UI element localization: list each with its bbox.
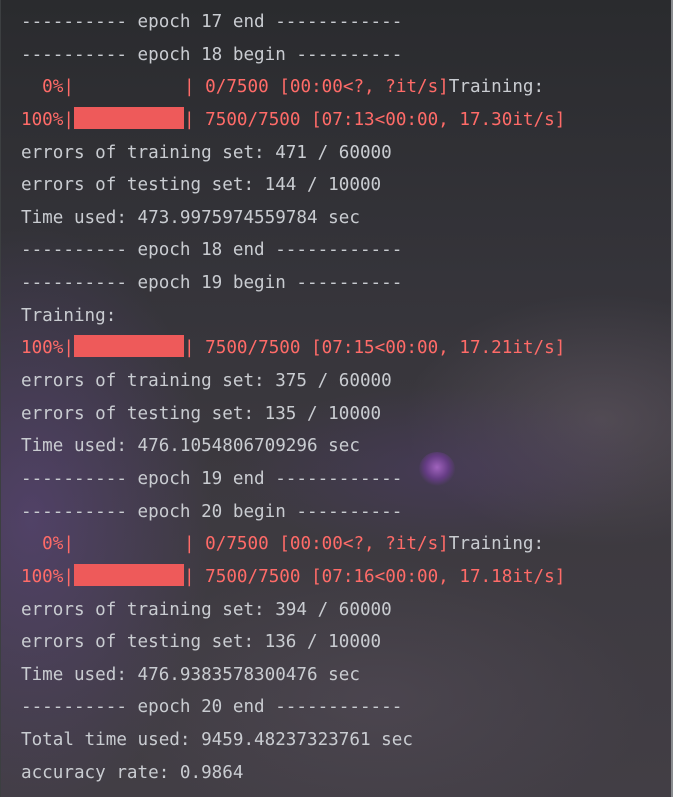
progress-bar (73, 106, 184, 129)
training-label: Training: (448, 534, 545, 555)
progress-line: 0%| | 0/7500 [00:00<?, ?it/s]Training: (21, 528, 565, 561)
progress-percent: 0%| (21, 534, 74, 555)
console-line: Time used: 476.9383578300476 sec (21, 664, 360, 685)
progress-percent: 100%| (21, 338, 74, 359)
console-line: errors of training set: 394 / 60000 (21, 599, 392, 620)
console-line: Training: (21, 305, 117, 326)
console-line: errors of training set: 471 / 60000 (21, 142, 392, 163)
progress-bar (74, 531, 184, 553)
console-line: errors of training set: 375 / 60000 (21, 371, 392, 392)
progress-line: 100%| | 7500/7500 [07:15<00:00, 17.21it/s… (21, 332, 565, 365)
progress-line: 0%| | 0/7500 [00:00<?, ?it/s]Training: (21, 71, 565, 104)
console-line: ---------- epoch 18 end ------------ (21, 240, 403, 261)
console-line: ---------- epoch 20 begin ---------- (21, 501, 403, 522)
progress-bar (74, 74, 184, 96)
console-output-panel[interactable]: ---------- epoch 17 end ------------ ----… (0, 0, 673, 797)
console-line: ---------- epoch 19 end ------------ (21, 468, 403, 489)
progress-stats: | 7500/7500 [07:13<00:00, 17.30it/s] (183, 109, 566, 130)
progress-stats: | 0/7500 [00:00<?, ?it/s] (183, 534, 449, 555)
console-line: Total time used: 9459.48237323761 sec (21, 730, 413, 751)
console-line: errors of testing set: 144 / 10000 (21, 175, 382, 196)
progress-percent: 100%| (21, 566, 74, 587)
training-label: Training: (448, 77, 545, 98)
console-line: ---------- epoch 20 end ------------ (21, 697, 403, 718)
progress-stats: | 7500/7500 [07:15<00:00, 17.21it/s] (183, 338, 566, 359)
progress-percent: 100%| (21, 109, 74, 130)
progress-bar (73, 563, 184, 586)
console-line: ---------- epoch 19 begin ---------- (21, 273, 403, 294)
console-line: ---------- epoch 18 begin ---------- (21, 44, 403, 65)
progress-line: 100%| | 7500/7500 [07:16<00:00, 17.18it/s… (21, 561, 565, 594)
progress-percent: 0%| (21, 77, 74, 98)
console-line: Time used: 473.9975974559784 sec (21, 207, 360, 228)
console-line: accuracy rate: 0.9864 (21, 762, 244, 783)
progress-stats: | 0/7500 [00:00<?, ?it/s] (183, 77, 449, 98)
progress-bar (73, 335, 184, 358)
progress-line: 100%| | 7500/7500 [07:13<00:00, 17.30it/s… (21, 104, 565, 137)
console-lines: ---------- epoch 17 end ------------ ----… (21, 6, 565, 789)
console-line: errors of testing set: 136 / 10000 (21, 632, 382, 653)
console-line: errors of testing set: 135 / 10000 (21, 403, 382, 424)
console-line: ---------- epoch 17 end ------------ (21, 12, 403, 32)
progress-stats: | 7500/7500 [07:16<00:00, 17.18it/s] (183, 566, 566, 587)
console-line: Time used: 476.1054806709296 sec (21, 436, 360, 457)
